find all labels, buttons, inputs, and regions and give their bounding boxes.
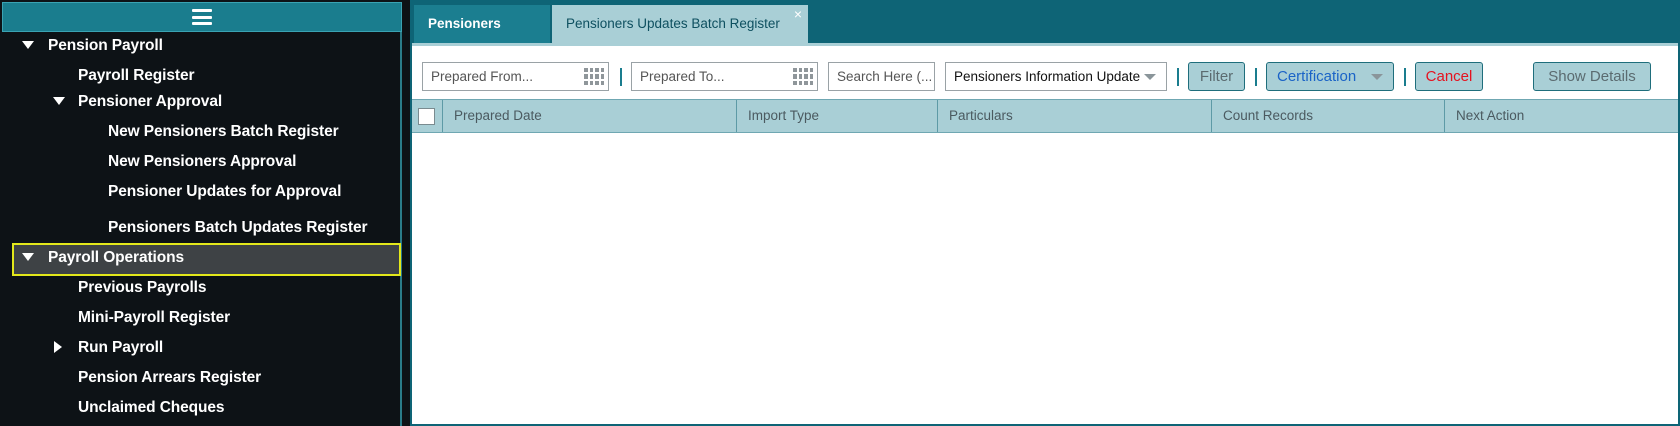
column-header-particulars[interactable]: Particulars — [937, 100, 1211, 132]
caret-down-icon[interactable] — [53, 97, 65, 105]
certification-dropdown-button[interactable]: Certification — [1266, 62, 1394, 91]
column-header-next-action[interactable]: Next Action — [1444, 100, 1674, 132]
toolbar-divider — [412, 43, 1678, 46]
prepared-from-input[interactable]: Prepared From... — [422, 62, 609, 91]
close-icon[interactable]: × — [794, 0, 802, 33]
navigation-tree: Pension Payroll Payroll Register Pension… — [0, 32, 402, 426]
import-type-selected-value: Pensioners Information Update — [954, 69, 1141, 84]
main-panel: Pensioners Links Pensioners Updates Batc… — [410, 0, 1680, 426]
certification-label: Certification — [1277, 68, 1357, 85]
cancel-button[interactable]: Cancel — [1415, 62, 1483, 91]
nav-item-pensioner-updates-for-approval[interactable]: Pensioner Updates for Approval — [108, 177, 341, 207]
toolbar-separator — [1177, 68, 1179, 86]
sidebar: Pension Payroll Payroll Register Pension… — [0, 0, 410, 426]
caret-down-icon[interactable] — [22, 41, 34, 49]
nav-item-new-pensioners-batch-register[interactable]: New Pensioners Batch Register — [108, 117, 339, 147]
caret-right-icon[interactable] — [54, 341, 62, 353]
column-header-prepared-date[interactable]: Prepared Date — [442, 100, 736, 132]
prepared-to-input[interactable]: Prepared To... — [631, 62, 818, 91]
sidebar-menu-toggle[interactable] — [2, 2, 402, 32]
select-all-checkbox[interactable] — [418, 108, 435, 125]
nav-item-unclaimed-cheques[interactable]: Unclaimed Cheques — [78, 393, 225, 423]
toolbar-separator — [1255, 68, 1257, 86]
nav-item-new-pensioners-approval[interactable]: New Pensioners Approval — [108, 147, 296, 177]
table-header: Prepared Date Import Type Particulars Co… — [412, 99, 1678, 133]
calendar-icon[interactable] — [584, 68, 604, 85]
nav-item-pensioner-approval[interactable]: Pensioner Approval — [78, 87, 222, 117]
tab-pensioners-links[interactable]: Pensioners Links — [414, 5, 550, 69]
nav-item-payroll-operations[interactable]: Payroll Operations — [48, 243, 184, 273]
nav-item-pensioners-batch-updates-register[interactable]: Pensioners Batch Updates Register — [108, 213, 368, 243]
show-details-button[interactable]: Show Details — [1533, 62, 1651, 91]
nav-item-pension-arrears-register[interactable]: Pension Arrears Register — [78, 363, 261, 393]
toolbar-separator — [1404, 68, 1406, 86]
search-input[interactable]: Search Here (... — [828, 62, 935, 91]
chevron-down-icon — [1371, 74, 1383, 80]
prepared-to-placeholder: Prepared To... — [640, 69, 725, 84]
prepared-from-placeholder: Prepared From... — [431, 69, 534, 84]
search-placeholder: Search Here (... — [837, 69, 933, 84]
toolbar-separator — [620, 68, 622, 86]
tab-label: Pensioners Updates Batch Register — [566, 16, 780, 31]
nav-item-mini-payroll-register[interactable]: Mini-Payroll Register — [78, 303, 230, 333]
column-header-import-type[interactable]: Import Type — [736, 100, 936, 132]
calendar-icon[interactable] — [793, 68, 813, 85]
chevron-down-icon — [1144, 74, 1156, 80]
import-type-select[interactable]: Pensioners Information Update — [945, 62, 1167, 91]
nav-item-previous-payrolls[interactable]: Previous Payrolls — [78, 273, 207, 303]
column-header-count-records[interactable]: Count Records — [1211, 100, 1443, 132]
nav-item-run-payroll[interactable]: Run Payroll — [78, 333, 163, 363]
tab-pensioners-updates-batch-register[interactable]: Pensioners Updates Batch Register × — [552, 5, 808, 43]
filter-button[interactable]: Filter — [1188, 62, 1245, 91]
nav-item-pension-payroll[interactable]: Pension Payroll — [48, 31, 163, 61]
table-body — [412, 133, 1678, 424]
hamburger-icon — [192, 9, 212, 25]
tab-bar: Pensioners Links Pensioners Updates Batc… — [412, 2, 1678, 69]
caret-down-icon[interactable] — [22, 253, 34, 261]
